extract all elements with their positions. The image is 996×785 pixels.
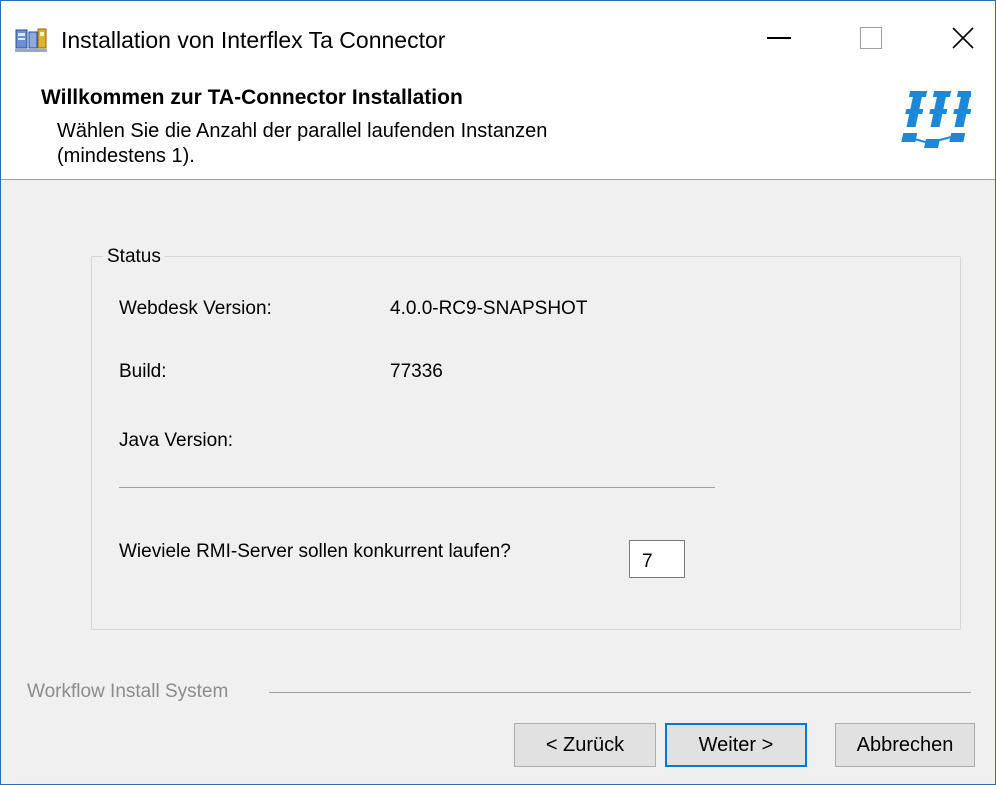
minimize-button[interactable] bbox=[733, 1, 825, 75]
brand-label: Workflow Install System bbox=[27, 681, 229, 702]
status-group-legend: Status bbox=[103, 245, 165, 269]
page-description: Wählen Sie die Anzahl der parallel laufe… bbox=[57, 119, 657, 169]
back-button[interactable]: < Zurück bbox=[514, 723, 656, 767]
description-line-2: (mindestens 1). bbox=[57, 145, 195, 167]
cancel-button[interactable]: Abbrechen bbox=[835, 723, 975, 767]
webdesk-version-value: 4.0.0-RC9-SNAPSHOT bbox=[390, 298, 588, 319]
status-group: Status Webdesk Version: 4.0.0-RC9-SNAPSH… bbox=[91, 245, 961, 630]
close-icon bbox=[952, 27, 974, 49]
status-separator bbox=[119, 487, 715, 488]
window-title: Installation von Interflex Ta Connector bbox=[61, 27, 446, 53]
rmi-server-count-input[interactable] bbox=[629, 540, 685, 578]
next-button[interactable]: Weiter > bbox=[665, 723, 807, 767]
installer-icon bbox=[15, 28, 47, 52]
close-button[interactable] bbox=[917, 1, 995, 75]
build-value: 77336 bbox=[390, 361, 443, 382]
maximize-icon bbox=[860, 27, 882, 49]
installer-window: Installation von Interflex Ta Connector … bbox=[0, 0, 996, 785]
webdesk-version-label: Webdesk Version: bbox=[119, 298, 272, 319]
footer-separator bbox=[269, 692, 971, 693]
page-title: Willkommen zur TA-Connector Installation bbox=[41, 86, 463, 109]
description-line-1: Wählen Sie die Anzahl der parallel laufe… bbox=[57, 120, 548, 142]
build-label: Build: bbox=[119, 361, 167, 382]
wizard-header: Willkommen zur TA-Connector Installation… bbox=[1, 75, 995, 180]
network-logo-icon bbox=[901, 91, 971, 148]
title-bar[interactable]: Installation von Interflex Ta Connector bbox=[1, 1, 995, 75]
maximize-button[interactable] bbox=[825, 1, 917, 75]
rmi-server-label: Wieviele RMI-Server sollen konkurrent la… bbox=[119, 541, 511, 562]
java-version-label: Java Version: bbox=[119, 430, 234, 451]
minimize-icon bbox=[767, 37, 791, 39]
